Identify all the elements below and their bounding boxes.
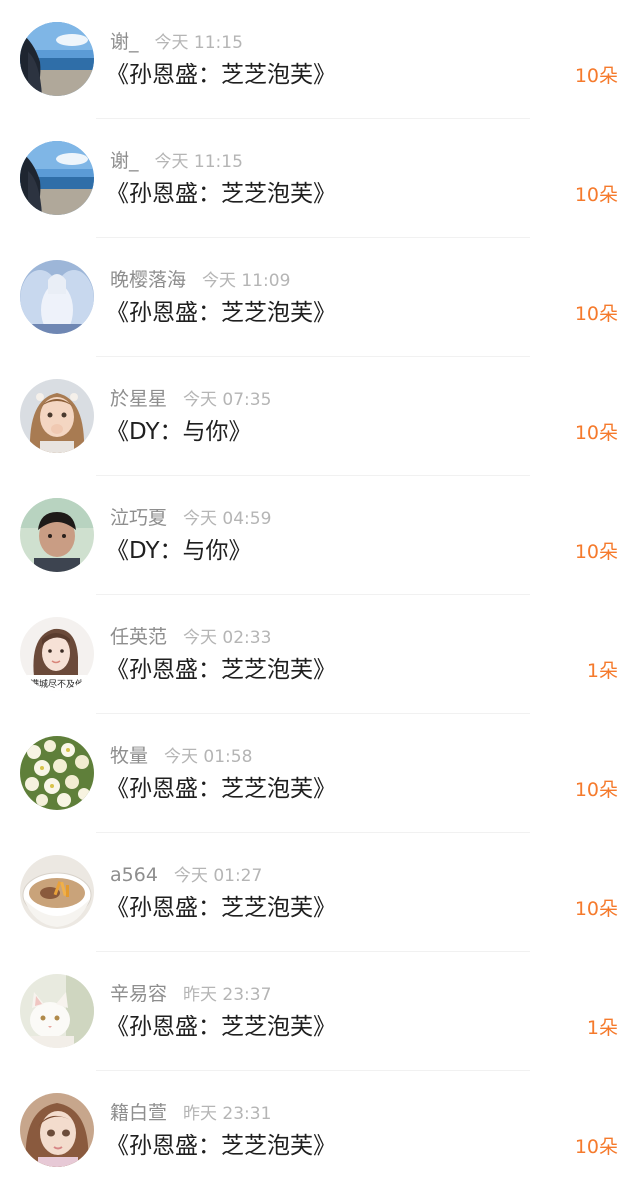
username[interactable]: 辛易容: [110, 983, 167, 1005]
list-item[interactable]: 满城尽不及他 任英范 今天 02:33 《孙恩盛：芝芝泡芙》 1朵: [0, 595, 640, 714]
name-line: 於星星 今天 07:35: [110, 387, 271, 411]
timestamp: 今天 11:09: [202, 271, 291, 291]
username[interactable]: 谢_: [110, 31, 139, 53]
timestamp: 今天 01:58: [164, 747, 253, 767]
gift-count: 10朵: [574, 303, 618, 325]
avatar[interactable]: [20, 974, 94, 1048]
gift-count: 10朵: [574, 184, 618, 206]
white-cat-avatar-image: [20, 974, 94, 1048]
gift-count: 1朵: [586, 660, 618, 682]
timestamp: 今天 04:59: [183, 509, 272, 529]
timestamp: 昨天 23:31: [183, 1104, 272, 1124]
list-item[interactable]: 辛易容 昨天 23:37 《孙恩盛：芝芝泡芙》 1朵: [0, 952, 640, 1071]
username[interactable]: 晚樱落海: [110, 269, 186, 291]
gift-count: 1朵: [586, 1017, 618, 1039]
gift-record-list: 谢_ 今天 11:15 《孙恩盛：芝芝泡芙》 10朵 谢_ 今天 11:15 《孙恩…: [0, 0, 640, 1179]
name-line: 牧量 今天 01:58: [110, 744, 252, 768]
username[interactable]: 籍白萱: [110, 1102, 167, 1124]
beach-girl-avatar-image: [20, 141, 94, 215]
avatar[interactable]: [20, 498, 94, 572]
list-item[interactable]: a564 今天 01:27 《孙恩盛：芝芝泡芙》 10朵: [0, 833, 640, 952]
song-title: 《孙恩盛：芝芝泡芙》: [106, 1014, 336, 1040]
name-line: 辛易容 昨天 23:37: [110, 982, 271, 1006]
timestamp: 今天 07:35: [183, 390, 272, 410]
gift-count: 10朵: [574, 422, 618, 444]
avatar[interactable]: [20, 736, 94, 810]
woman-selfie-avatar-image: 满城尽不及他: [20, 617, 94, 691]
name-line: 晚樱落海 今天 11:09: [110, 268, 290, 292]
avatar[interactable]: [20, 379, 94, 453]
username[interactable]: a564: [110, 864, 158, 886]
list-item[interactable]: 晚樱落海 今天 11:09 《孙恩盛：芝芝泡芙》 10朵: [0, 238, 640, 357]
name-line: 谢_ 今天 11:15: [110, 30, 243, 54]
timestamp: 今天 01:27: [173, 866, 263, 886]
avatar[interactable]: [20, 1093, 94, 1167]
timestamp: 今天 02:33: [183, 628, 272, 648]
name-line: 谢_ 今天 11:15: [110, 149, 243, 173]
name-line: 籍白萱 昨天 23:31: [110, 1101, 271, 1125]
song-title: 《孙恩盛：芝芝泡芙》: [106, 181, 336, 207]
list-item[interactable]: 谢_ 今天 11:15 《孙恩盛：芝芝泡芙》 10朵: [0, 119, 640, 238]
gift-count: 10朵: [574, 898, 618, 920]
username[interactable]: 於星星: [110, 388, 167, 410]
doll-portrait-avatar-image: [20, 1093, 94, 1167]
list-item[interactable]: 泣巧夏 今天 04:59 《DY：与你》 10朵: [0, 476, 640, 595]
song-title: 《孙恩盛：芝芝泡芙》: [106, 776, 336, 802]
username[interactable]: 任英范: [110, 626, 167, 648]
boy-portrait-avatar-image: [20, 498, 94, 572]
little-girl-avatar-image: [20, 379, 94, 453]
username[interactable]: 泣巧夏: [110, 507, 167, 529]
username[interactable]: 谢_: [110, 150, 139, 172]
soup-bowl-avatar-image: [20, 855, 94, 929]
avatar[interactable]: [20, 260, 94, 334]
list-item[interactable]: 籍白萱 昨天 23:31 《孙恩盛：芝芝泡芙》 10朵: [0, 1071, 640, 1179]
song-title: 《孙恩盛：芝芝泡芙》: [106, 1133, 336, 1159]
timestamp: 今天 11:15: [154, 33, 243, 53]
gift-count: 10朵: [574, 65, 618, 87]
avatar[interactable]: [20, 141, 94, 215]
song-title: 《孙恩盛：芝芝泡芙》: [106, 62, 336, 88]
gift-count: 10朵: [574, 541, 618, 563]
avatar-caption: 满城尽不及他: [30, 678, 84, 690]
timestamp: 昨天 23:37: [183, 985, 272, 1005]
name-line: a564 今天 01:27: [110, 863, 262, 887]
gift-count: 10朵: [574, 1136, 618, 1158]
timestamp: 今天 11:15: [154, 152, 243, 172]
song-title: 《孙恩盛：芝芝泡芙》: [106, 657, 336, 683]
song-title: 《DY：与你》: [106, 419, 252, 445]
gift-count: 10朵: [574, 779, 618, 801]
avatar[interactable]: 满城尽不及他: [20, 617, 94, 691]
fantasy-angel-avatar-image: [20, 260, 94, 334]
name-line: 泣巧夏 今天 04:59: [110, 506, 271, 530]
name-line: 任英范 今天 02:33: [110, 625, 271, 649]
list-item[interactable]: 牧量 今天 01:58 《孙恩盛：芝芝泡芙》 10朵: [0, 714, 640, 833]
list-item[interactable]: 谢_ 今天 11:15 《孙恩盛：芝芝泡芙》 10朵: [0, 0, 640, 119]
avatar[interactable]: [20, 22, 94, 96]
white-flowers-avatar-image: [20, 736, 94, 810]
username[interactable]: 牧量: [110, 745, 148, 767]
list-item[interactable]: 於星星 今天 07:35 《DY：与你》 10朵: [0, 357, 640, 476]
song-title: 《孙恩盛：芝芝泡芙》: [106, 895, 336, 921]
song-title: 《孙恩盛：芝芝泡芙》: [106, 300, 336, 326]
beach-girl-avatar-image: [20, 22, 94, 96]
song-title: 《DY：与你》: [106, 538, 252, 564]
avatar[interactable]: [20, 855, 94, 929]
